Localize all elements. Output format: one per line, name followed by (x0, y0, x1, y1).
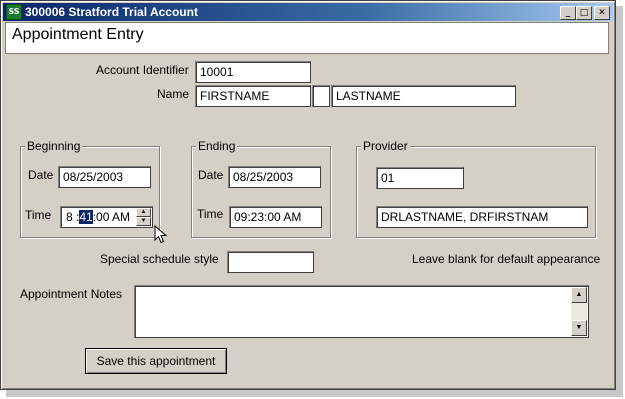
beginning-time-rest: :00 AM (92, 210, 131, 224)
spin-down-icon[interactable]: ▼ (136, 217, 151, 226)
beginning-date-field[interactable]: 08/25/2003 (58, 166, 151, 188)
appointment-notes-label: Appointment Notes (20, 287, 123, 301)
beginning-time-hour: 8 : (66, 210, 80, 224)
scroll-up-icon[interactable]: ▲ (571, 287, 587, 303)
middle-initial-field[interactable] (312, 85, 330, 107)
ending-time-label: Time (197, 207, 224, 221)
account-identifier-label: Account Identifier (96, 63, 189, 77)
window-title: 300006 Stratford Trial Account (25, 5, 198, 19)
last-name-field[interactable]: LASTNAME (331, 85, 516, 107)
save-appointment-button[interactable]: Save this appointment (85, 348, 227, 374)
title-bar[interactable]: SS 300006 Stratford Trial Account _ □ ✕ (3, 3, 613, 21)
notes-scrollbar[interactable]: ▲ ▼ (571, 287, 587, 336)
app-window: SS 300006 Stratford Trial Account _ □ ✕ … (0, 0, 616, 390)
account-identifier-field[interactable]: 10001 (195, 61, 311, 83)
provider-code-field[interactable]: 01 (376, 167, 464, 189)
page-title: Appointment Entry (12, 26, 144, 43)
spin-up-icon[interactable]: ▲ (136, 208, 151, 217)
schedule-style-label: Special schedule style (100, 252, 219, 266)
close-button[interactable]: ✕ (594, 6, 610, 20)
provider-group-label: Provider (361, 139, 410, 153)
beginning-time-spinner[interactable]: ▲ ▼ (136, 208, 151, 226)
beginning-time-label: Time (25, 208, 52, 222)
first-name-field[interactable]: FIRSTNAME (195, 85, 311, 107)
schedule-style-hint: Leave blank for default appearance (412, 252, 601, 266)
ending-time-field[interactable]: 09:23:00 AM (229, 206, 322, 228)
provider-name-field[interactable]: DRLASTNAME, DRFIRSTNAM (376, 206, 588, 228)
appointment-notes-textarea[interactable]: ▲ ▼ (134, 285, 589, 338)
maximize-button[interactable]: □ (576, 6, 592, 20)
beginning-group-label: Beginning (25, 139, 83, 153)
app-logo-icon: SS (6, 4, 22, 20)
ending-date-field[interactable]: 08/25/2003 (228, 166, 321, 188)
schedule-style-field[interactable] (227, 251, 314, 273)
beginning-time-minute-selected[interactable]: 41 (79, 210, 93, 224)
ending-group-label: Ending (196, 139, 238, 153)
header-panel: Appointment Entry (5, 22, 609, 54)
scroll-down-icon[interactable]: ▼ (571, 320, 587, 336)
ending-date-label: Date (198, 168, 224, 182)
beginning-date-label: Date (28, 168, 54, 182)
name-label: Name (157, 87, 190, 101)
mouse-cursor-icon (154, 225, 168, 244)
save-appointment-label: Save this appointment (96, 354, 216, 368)
minimize-button[interactable]: _ (560, 6, 576, 20)
